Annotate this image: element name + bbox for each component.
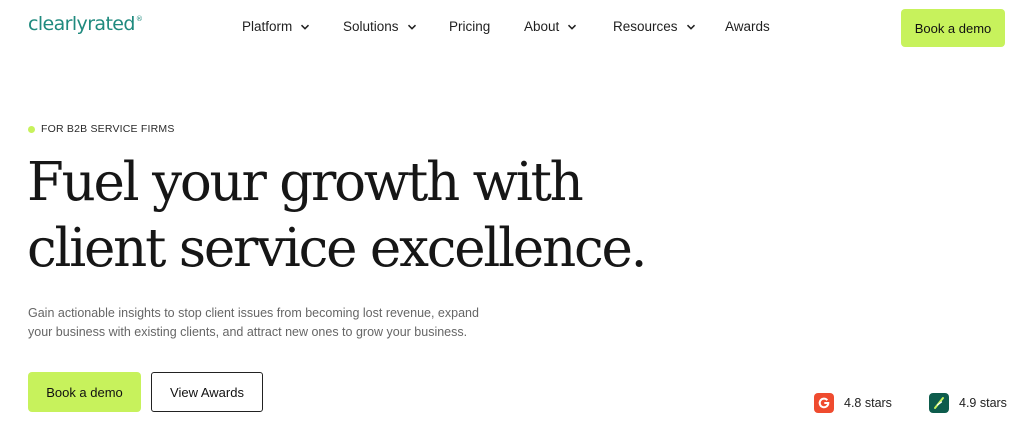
main-menu: Platform Solutions Pricing About Resourc… [0,19,1024,37]
nav-item-resources[interactable]: Resources [613,19,696,34]
capterra-icon [929,393,949,413]
chevron-down-icon [407,24,416,30]
hero-headline: Fuel your growth with client service exc… [27,150,747,282]
nav-item-label: Platform [242,19,293,34]
eyebrow-text: FOR B2B SERVICE FIRMS [41,123,175,135]
nav-item-label: Solutions [343,19,399,34]
g2-rating: 4.8 stars [814,393,892,413]
nav-item-about[interactable]: About [524,19,577,34]
nav-item-platform[interactable]: Platform [242,19,310,34]
headline-line-2: client service excellence. [27,218,648,279]
view-awards-button[interactable]: View Awards [151,372,263,412]
headline-line-1: Fuel your growth with [27,152,584,213]
eyebrow-label: FOR B2B SERVICE FIRMS [28,123,175,135]
book-demo-button[interactable]: Book a demo [28,372,141,412]
g2-icon [814,393,834,413]
hero-subtext: Gain actionable insights to stop client … [28,306,479,339]
g2-rating-text: 4.8 stars [844,396,892,410]
nav-item-label: Pricing [449,19,491,34]
top-navigation: clearlyrated ® Platform Solutions Pricin… [0,0,1024,58]
chevron-down-icon [301,24,310,30]
nav-item-pricing[interactable]: Pricing [449,19,490,34]
nav-item-label: About [524,19,560,34]
accent-dot-icon [28,125,35,133]
capterra-rating: 4.9 stars [929,393,1007,413]
nav-item-solutions[interactable]: Solutions [343,19,417,34]
nav-item-label: Awards [725,19,770,34]
chevron-down-icon [568,24,577,30]
capterra-rating-text: 4.9 stars [959,396,1007,410]
chevron-down-icon [686,24,695,30]
nav-item-awards[interactable]: Awards [725,19,770,34]
book-demo-nav-button[interactable]: Book a demo [901,9,1005,47]
nav-item-label: Resources [613,19,678,34]
